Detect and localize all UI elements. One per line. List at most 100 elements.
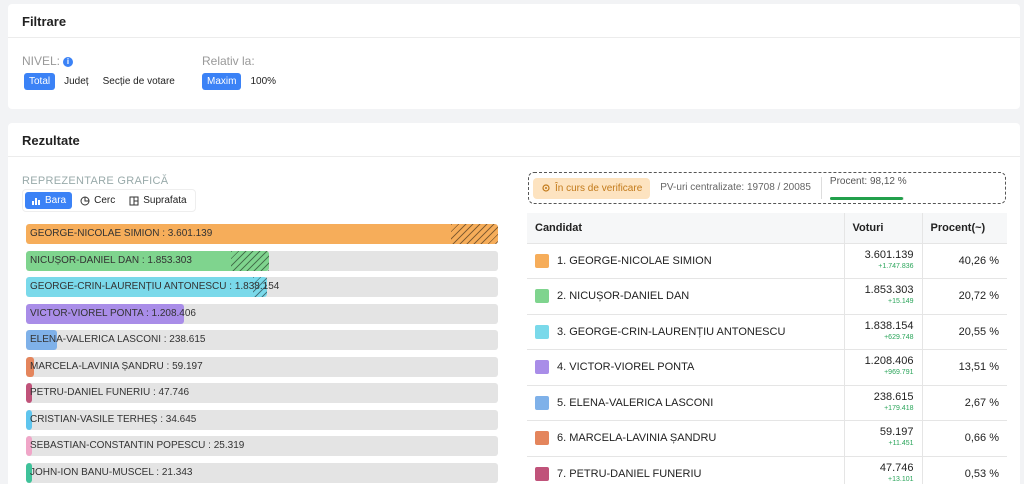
header-candidat[interactable]: Candidat (527, 213, 844, 244)
bar-row[interactable]: CRISTIAN-VASILE TERHEȘ : 34.645 (26, 409, 498, 430)
level-label-text: NIVEL: (22, 54, 61, 68)
votes-value: 59.197 (879, 426, 914, 439)
bar-chart-icon (32, 197, 40, 205)
gear-icon (542, 184, 550, 192)
votes: 1.208.406 +969.791 (853, 356, 914, 378)
votes-value: 1.853.303 (864, 284, 914, 297)
candidate-name: 3. GEORGE-CRIN-LAURENȚIU ANTONESCU (557, 325, 786, 338)
tab-bara[interactable]: Bara (25, 192, 73, 209)
candidate-cell: 6. MARCELA-LAVINIA ȘANDRU (527, 420, 844, 457)
votes-value: 1.208.406 (864, 355, 914, 368)
percent-label: Procent: 98,12 % (829, 176, 907, 187)
votes-value: 1.838.154 (864, 319, 914, 332)
header-procent[interactable]: Procent(~) (921, 213, 1007, 244)
candidate: 2. NICUȘOR-DANIEL DAN (535, 289, 836, 304)
tab-cerc[interactable]: Cerc (74, 192, 121, 209)
bar-label: JOHN-ION BANU-MUSCEL : 21.343 (30, 466, 193, 478)
bar-chart: GEORGE-NICOLAE SIMION : 3.601.139 NICUȘOR… (26, 224, 498, 484)
candidate-cell: 4. VICTOR-VIOREL PONTA (527, 349, 844, 386)
votes-cell: 1.208.406 +969.791 (843, 349, 922, 386)
percent-cell: 0,66 % (921, 420, 1007, 457)
filter-card: Filtrare NIVEL: i Total Județ Secție de v… (8, 4, 1020, 109)
bar-row[interactable]: SEBASTIAN-CONSTANTIN POPESCU : 25.319 (26, 436, 498, 456)
bar-label: CRISTIAN-VASILE TERHEȘ : 34.645 (30, 413, 197, 425)
bar-row[interactable]: VICTOR-VIOREL PONTA : 1.208.406 (26, 303, 498, 324)
candidate: 5. ELENA-VALERICA LASCONI (535, 395, 836, 410)
results-title: Rezultate (8, 123, 1020, 157)
filter-title: Filtrare (8, 4, 1020, 38)
header-voturi[interactable]: Voturi (843, 213, 922, 244)
percent-track (829, 197, 904, 200)
bar-row[interactable]: JOHN-ION BANU-MUSCEL : 21.343 (26, 462, 498, 483)
results-table: Candidat Voturi Procent(~) 1. GEORGE-NIC… (527, 213, 1007, 484)
table-row[interactable]: 6. MARCELA-LAVINIA ȘANDRU 59.197 +11.451 0,… (527, 420, 1007, 457)
level-option-total[interactable]: Total (24, 73, 56, 90)
level-selector: Total Județ Secție de votare (24, 73, 180, 90)
tab-bara-label: Bara (45, 195, 67, 206)
relative-option-100[interactable]: 100% (245, 73, 281, 90)
table-row[interactable]: 4. VICTOR-VIOREL PONTA 1.208.406 +969.791 1… (527, 349, 1007, 386)
color-swatch (535, 253, 549, 268)
candidate-cell: 2. NICUȘOR-DANIEL DAN (527, 278, 844, 315)
candidate: 7. PETRU-DANIEL FUNERIU (535, 466, 836, 481)
relative-label: Relativ la: (202, 54, 255, 68)
bar-hatch (450, 224, 498, 244)
candidate-cell: 5. ELENA-VALERICA LASCONI (527, 385, 844, 421)
candidate-name: 4. VICTOR-VIOREL PONTA (557, 361, 695, 374)
color-swatch (535, 466, 549, 481)
table-row[interactable]: 1. GEORGE-NICOLAE SIMION 3.601.139 +1.747.… (527, 243, 1007, 279)
color-swatch (535, 431, 549, 446)
rep-label: REPREZENTARE GRAFICĂ (22, 175, 169, 187)
votes-delta: +11.451 (888, 440, 914, 448)
votes-cell: 1.853.303 +15.149 (843, 278, 922, 315)
relative-option-maxim[interactable]: Maxim (202, 73, 242, 90)
percent-cell: 20,55 % (921, 314, 1007, 350)
level-option-judet[interactable]: Județ (59, 73, 93, 90)
bar-row[interactable]: GEORGE-CRIN-LAURENȚIU ANTONESCU : 1.838.… (26, 277, 498, 297)
votes-cell: 3.601.139 +1.747.836 (843, 243, 922, 279)
votes: 47.746 +13.101 (853, 461, 914, 484)
color-swatch (535, 289, 549, 304)
candidate: 6. MARCELA-LAVINIA ȘANDRU (535, 431, 836, 446)
bar-label: PETRU-DANIEL FUNERIU : 47.746 (30, 387, 190, 398)
bar-row[interactable]: PETRU-DANIEL FUNERIU : 47.746 (26, 383, 498, 403)
level-option-sectie[interactable]: Secție de votare (98, 73, 180, 90)
votes-delta: +969.791 (884, 369, 914, 377)
votes-value: 47.746 (879, 461, 914, 474)
votes: 1.838.154 +629.748 (853, 319, 914, 343)
info-icon[interactable]: i (63, 56, 74, 67)
votes-value: 238.615 (873, 390, 914, 403)
bar-label: NICUȘOR-DANIEL DAN : 1.853.303 (30, 254, 192, 266)
table-row[interactable]: 5. ELENA-VALERICA LASCONI 238.615 +179.418… (527, 385, 1007, 421)
level-label: NIVEL: i (22, 54, 74, 68)
candidate-name: 6. MARCELA-LAVINIA ȘANDRU (557, 432, 717, 445)
color-swatch (535, 395, 549, 410)
bar-label: SEBASTIAN-CONSTANTIN POPESCU : 25.319 (30, 440, 245, 451)
candidate: 1. GEORGE-NICOLAE SIMION (535, 253, 836, 268)
tab-suprafata-label: Suprafata (143, 195, 187, 206)
color-swatch (535, 360, 549, 375)
bar-hatch (231, 250, 269, 271)
votes-delta: +629.748 (884, 333, 914, 341)
candidate-name: 7. PETRU-DANIEL FUNERIU (557, 467, 702, 480)
tab-suprafata[interactable]: Suprafata (123, 192, 192, 209)
votes-delta: +179.418 (884, 404, 914, 412)
votes-cell: 59.197 +11.451 (843, 420, 922, 457)
treemap-icon (129, 196, 139, 205)
bar-label: GEORGE-NICOLAE SIMION : 3.601.139 (30, 228, 213, 239)
rep-tabs: Bara Cerc Suprafata (22, 189, 196, 212)
relative-selector: Maxim 100% (202, 73, 281, 90)
votes: 3.601.139 +1.747.836 (853, 249, 914, 272)
pie-chart-icon (80, 196, 90, 205)
percent-cell: 2,67 % (921, 385, 1007, 421)
bar-row[interactable]: GEORGE-NICOLAE SIMION : 3.601.139 (26, 224, 498, 244)
bar-row[interactable]: NICUȘOR-DANIEL DAN : 1.853.303 (26, 250, 498, 271)
results-card: Rezultate REPREZENTARE GRAFICĂ Bara Cerc… (8, 123, 1020, 484)
table-row[interactable]: 7. PETRU-DANIEL FUNERIU 47.746 +13.101 0,53… (527, 456, 1007, 484)
candidate-name: 1. GEORGE-NICOLAE SIMION (557, 254, 712, 267)
candidate-cell: 7. PETRU-DANIEL FUNERIU (527, 456, 844, 484)
bar-row[interactable]: MARCELA-LAVINIA ȘANDRU : 59.197 (26, 356, 498, 377)
bar-row[interactable]: ELENA-VALERICA LASCONI : 238.615 (26, 330, 498, 350)
table-row[interactable]: 2. NICUȘOR-DANIEL DAN 1.853.303 +15.149 20,… (527, 278, 1007, 315)
table-row[interactable]: 3. GEORGE-CRIN-LAURENȚIU ANTONESCU 1.838.… (527, 314, 1007, 350)
